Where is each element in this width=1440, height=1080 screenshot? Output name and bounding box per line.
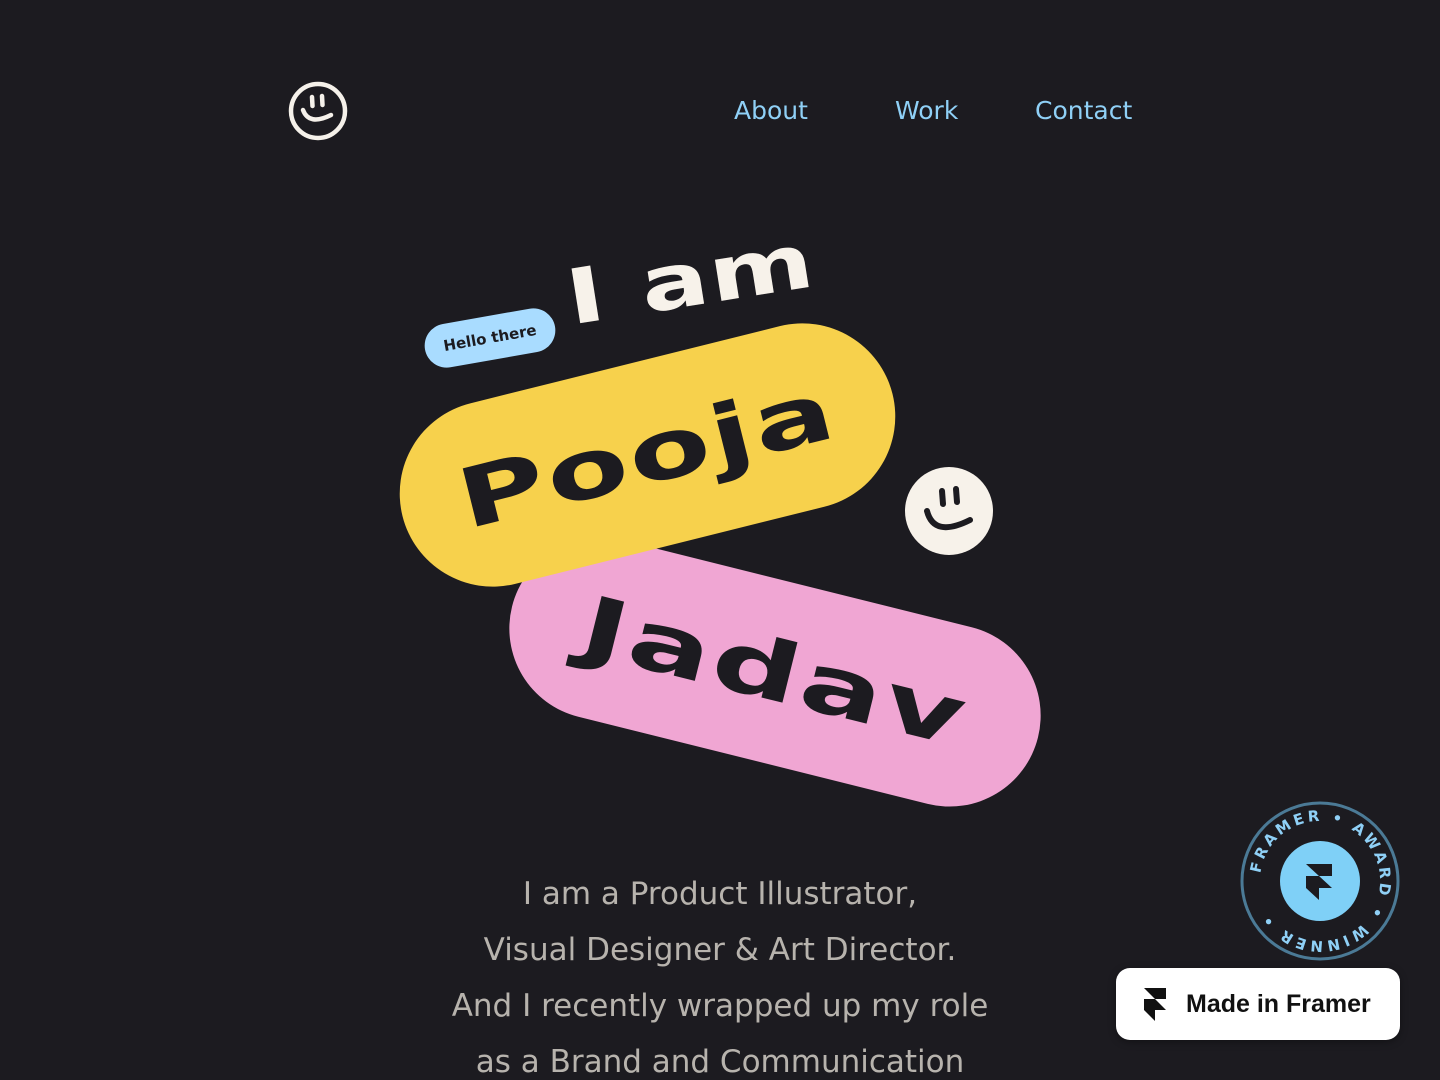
first-name: Pooja (448, 362, 847, 548)
intro-line: I am a Product Illustrator, (522, 876, 918, 912)
intro-line: Visual Designer & Art Director. (483, 932, 957, 968)
smiley-icon (904, 466, 994, 556)
intro-line: And I recently wrapped up my role (451, 988, 989, 1024)
made-in-framer-button[interactable]: Made in Framer (1116, 968, 1400, 1040)
last-name: Jadav (571, 578, 979, 766)
framer-award-badge[interactable]: FRAMER • AWARD • WINNER • (1239, 800, 1401, 962)
intro-text: I am a Product Illustrator, Visual Desig… (320, 866, 1120, 1080)
intro-line: as a Brand and Communication (475, 1044, 965, 1080)
made-in-framer-label: Made in Framer (1186, 990, 1371, 1018)
hello-chip: Hello there (421, 304, 559, 372)
framer-icon (1144, 988, 1166, 1021)
hero-section: Jadav Pooja Hello there I am (0, 0, 1440, 826)
